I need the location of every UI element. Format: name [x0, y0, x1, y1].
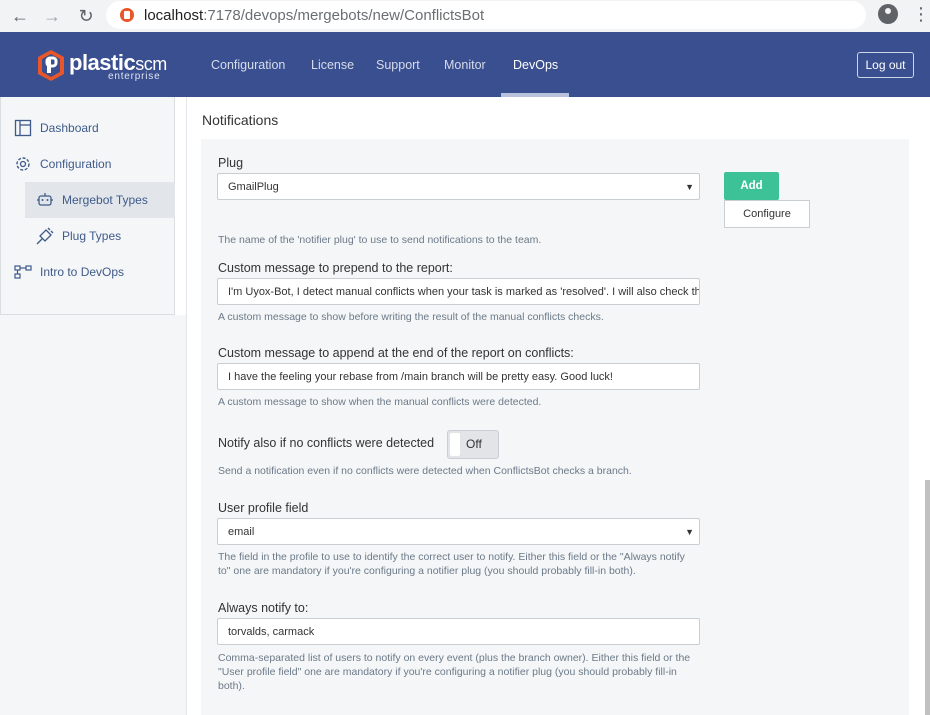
sidebar-item-intro-to-devops[interactable]: Intro to DevOps: [14, 262, 124, 282]
sidebar-item-label: Configuration: [40, 157, 112, 171]
plug-select-value: GmailPlug: [228, 180, 279, 193]
plug-select[interactable]: GmailPlug ▼: [217, 173, 700, 200]
notify-no-conflicts-toggle[interactable]: Off: [447, 430, 499, 459]
dashboard-icon: [14, 119, 32, 137]
sidebar-item-label: Dashboard: [40, 121, 99, 135]
plasticscm-logo[interactable]: plasticscm enterprise: [36, 49, 176, 83]
toggle-knob: [450, 433, 460, 456]
nav-configuration[interactable]: Configuration: [211, 32, 285, 97]
sidebar-item-plug-types[interactable]: Plug Types: [36, 226, 121, 246]
profile-field-help: The field in the profile to use to ident…: [218, 551, 685, 577]
add-plug-button[interactable]: Add: [724, 172, 779, 200]
profile-field-label: User profile field: [218, 501, 309, 515]
prepend-help: A custom message to show before writing …: [218, 311, 604, 323]
sidebar-item-mergebot-types[interactable]: Mergebot Types: [36, 190, 148, 210]
nav-devops[interactable]: DevOps: [513, 32, 558, 97]
always-notify-label: Always notify to:: [218, 601, 309, 615]
plug-icon: [36, 227, 54, 245]
gear-icon: [14, 155, 32, 173]
nav-support[interactable]: Support: [376, 32, 420, 97]
prepend-label: Custom message to prepend to the report:: [218, 261, 453, 275]
toggle-state: Off: [466, 437, 482, 451]
sidebar-item-configuration[interactable]: Configuration: [14, 154, 111, 174]
append-label: Custom message to append at the end of t…: [218, 346, 574, 360]
url-host: localhost: [144, 6, 204, 24]
browser-menu-icon[interactable]: ⋮: [912, 4, 930, 24]
notify-no-conflicts-help: Send a notification even if no conflicts…: [218, 465, 632, 477]
prepend-message-input[interactable]: I'm Uyox-Bot, I detect manual conflicts …: [217, 278, 700, 305]
notify-no-conflicts-label: Notify also if no conflicts were detecte…: [218, 436, 435, 450]
robot-icon: [36, 191, 54, 209]
sidebar-item-label: Mergebot Types: [62, 193, 148, 207]
always-notify-help: Comma-separated list of users to notify …: [218, 652, 691, 692]
browser-toolbar: ← → ↻ localhost:7178/devops/mergebots/ne…: [0, 0, 930, 32]
configure-plug-button[interactable]: Configure: [724, 200, 810, 228]
profile-field-select-value: email: [228, 525, 255, 538]
back-arrow-icon[interactable]: ←: [8, 4, 32, 28]
sidebar-item-label: Intro to DevOps: [40, 265, 125, 279]
sidebar-item-dashboard[interactable]: Dashboard: [14, 118, 99, 138]
profile-avatar-icon[interactable]: [878, 4, 898, 24]
logout-button[interactable]: Log out: [857, 52, 914, 78]
plug-label: Plug: [218, 156, 244, 170]
plug-help: The name of the 'notifier plug' to use t…: [218, 234, 542, 246]
nav-monitor[interactable]: Monitor: [444, 32, 486, 97]
caret-down-icon: ▼: [685, 182, 694, 192]
logo-subtitle: enterprise: [108, 71, 161, 82]
url-path: :7178/devops/mergebots/new/ConflictsBot: [203, 6, 485, 24]
sidebar-background: [0, 315, 186, 715]
sidebar-item-label: Plug Types: [62, 229, 122, 243]
site-favicon-icon: [120, 8, 134, 22]
address-bar[interactable]: localhost:7178/devops/mergebots/new/Conf…: [106, 1, 866, 29]
reload-icon[interactable]: ↻: [74, 4, 98, 28]
caret-down-icon: ▼: [685, 527, 694, 537]
flow-icon: [14, 263, 32, 281]
append-help: A custom message to show when the manual…: [218, 396, 542, 408]
profile-field-select[interactable]: email ▼: [217, 518, 700, 545]
plastic-logo-icon: [38, 50, 64, 81]
page-scrollbar[interactable]: [925, 480, 930, 715]
append-message-input[interactable]: I have the feeling your rebase from /mai…: [217, 363, 700, 390]
forward-arrow-icon[interactable]: →: [40, 4, 64, 28]
always-notify-input[interactable]: torvalds, carmack: [217, 618, 700, 645]
nav-license[interactable]: License: [311, 32, 354, 97]
section-title: Notifications: [202, 112, 279, 128]
